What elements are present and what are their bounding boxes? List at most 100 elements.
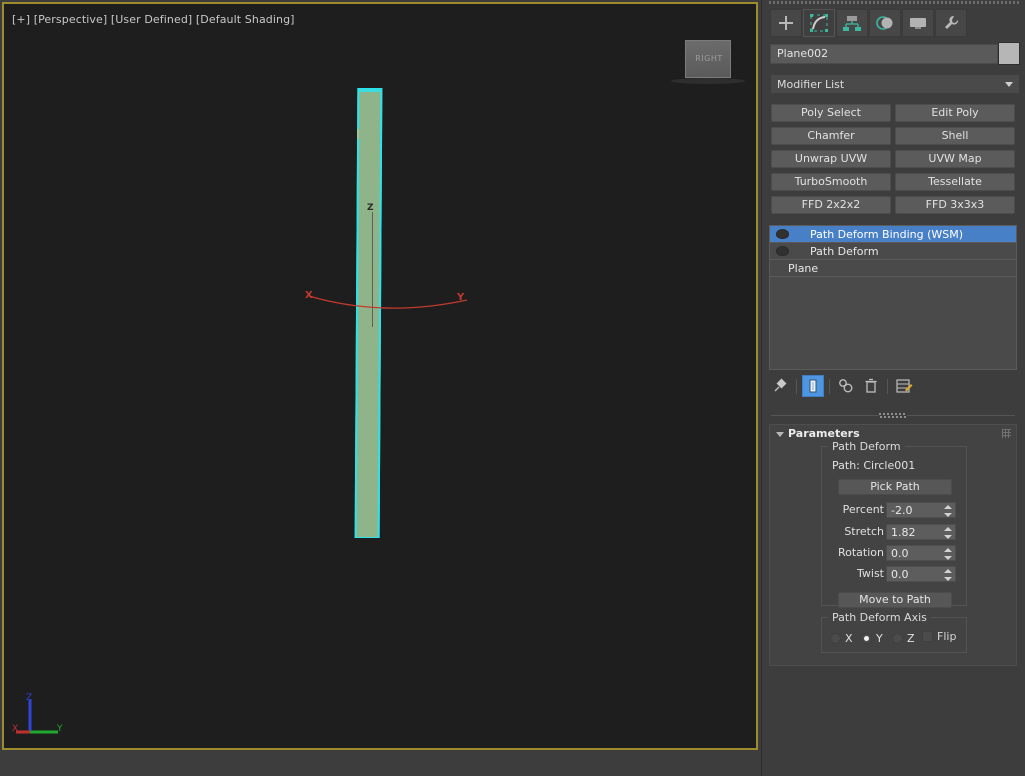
axis-radio-x[interactable]: X (830, 630, 853, 646)
parameter-value: 1.82 (891, 526, 916, 539)
modifier-button[interactable]: Unwrap UVW (771, 150, 891, 168)
modifier-button[interactable]: FFD 3x3x3 (895, 196, 1015, 214)
modify-tab[interactable] (803, 9, 835, 37)
z-axis-label: Z (367, 203, 374, 213)
parameter-row: Twist 0.0 (822, 566, 968, 583)
modifier-button[interactable]: TurboSmooth (771, 173, 891, 191)
modifier-enable-toggle-icon[interactable] (773, 246, 791, 257)
parameters-rollout-title: Parameters (788, 427, 860, 440)
modifier-button[interactable]: Poly Select (771, 104, 891, 122)
modifier-button[interactable]: Chamfer (771, 127, 891, 145)
modifier-stack-item[interactable]: Path Deform (770, 243, 1016, 260)
x-axis-label: X (305, 290, 313, 301)
viewport-area: [+] [Perspective] [User Defined] [Defaul… (0, 0, 760, 776)
parameter-spinner-field[interactable]: 0.0 (886, 545, 956, 561)
path-deform-axis-group-title: Path Deform Axis (828, 611, 931, 624)
view-cube-label: RIGHT (695, 54, 723, 63)
modifier-stack-empty-area[interactable] (770, 277, 1016, 369)
path-deform-group: Path Deform Path: Circle001 Pick Path Pe… (821, 440, 968, 608)
radio-dot-icon[interactable] (892, 632, 903, 644)
panel-drag-handle[interactable] (769, 1, 1019, 4)
object-name-input[interactable]: Plane002 (770, 44, 998, 64)
modifier-button[interactable]: FFD 2x2x2 (771, 196, 891, 214)
plus-icon (776, 13, 796, 33)
display-monitor-icon (908, 13, 928, 33)
perspective-viewport[interactable]: [+] [Perspective] [User Defined] [Defaul… (2, 2, 758, 750)
remove-modifier-icon[interactable] (860, 375, 882, 397)
configure-modifier-sets-icon[interactable] (893, 375, 915, 397)
spinner-arrows-icon[interactable] (944, 548, 952, 560)
modifier-stack-item[interactable]: Plane (770, 260, 1016, 277)
viewport-label[interactable]: [+] [Perspective] [User Defined] [Defaul… (12, 13, 295, 26)
parameter-row: Rotation 0.0 (822, 545, 968, 562)
modifier-enable-toggle-icon[interactable] (773, 229, 791, 240)
svg-text:Y: Y (56, 724, 63, 734)
parameter-label: Rotation (837, 546, 884, 559)
move-to-path-button[interactable]: Move to Path (838, 592, 952, 608)
object-name-row: Plane002 (770, 42, 1020, 65)
flip-label: Flip (937, 630, 957, 643)
axis-radio-label: Z (907, 631, 915, 645)
modifier-stack-item-label: Path Deform (810, 245, 879, 258)
parameter-row: Percent -2.0 (822, 502, 968, 519)
axis-radio-label: X (845, 631, 853, 645)
svg-text:Z: Z (26, 693, 32, 703)
object-color-swatch[interactable] (998, 42, 1020, 65)
pin-stack-icon[interactable] (769, 375, 791, 397)
modifier-button[interactable]: UVW Map (895, 150, 1015, 168)
hierarchy-icon (842, 13, 862, 33)
flip-checkbox[interactable]: Flip (922, 630, 956, 643)
plane-edge-nick (357, 129, 359, 139)
modifier-stack-list[interactable]: Path Deform Binding (WSM) Path Deform Plan… (769, 225, 1017, 370)
radio-dot-icon[interactable] (830, 632, 841, 644)
show-end-result-icon[interactable] (802, 375, 824, 397)
pick-path-button[interactable]: Pick Path (838, 479, 952, 495)
path-name-label: Path: Circle001 (832, 459, 916, 472)
spinner-arrows-icon[interactable] (944, 505, 952, 517)
modifier-button[interactable]: Edit Poly (895, 104, 1015, 122)
chevron-down-icon (1005, 82, 1013, 87)
plane-top-edge-highlight (358, 89, 380, 92)
parameter-spinner-field[interactable]: -2.0 (886, 502, 956, 518)
make-unique-icon[interactable] (835, 375, 857, 397)
parameter-spinner-field[interactable]: 0.0 (886, 566, 956, 582)
path-deform-group-title: Path Deform (828, 440, 905, 453)
parameter-label: Twist (857, 567, 884, 580)
display-tab[interactable] (902, 9, 934, 37)
world-axis-tripod: Z X Y (12, 693, 63, 734)
view-cube[interactable]: RIGHT (669, 36, 749, 91)
parameter-label: Percent (842, 503, 884, 516)
rollout-divider[interactable] (771, 412, 1015, 420)
modifier-button[interactable]: Tessellate (895, 173, 1015, 191)
modifier-list-dropdown[interactable]: Modifier List (770, 74, 1020, 94)
radio-dot-icon[interactable] (861, 632, 872, 644)
axis-radio-row: X Y Z Flip (830, 630, 960, 646)
parameter-spinner-field[interactable]: 1.82 (886, 524, 956, 540)
modifier-stack-item-label: Path Deform Binding (WSM) (810, 228, 964, 241)
modifier-button[interactable]: Shell (895, 127, 1015, 145)
collapse-arrow-icon (776, 432, 784, 437)
toolbar-divider (796, 378, 797, 394)
axis-radio-label: Y (876, 631, 883, 645)
path-curve-circle001[interactable] (299, 284, 479, 314)
command-panel-tab-strip (770, 8, 1020, 38)
motion-tab[interactable] (869, 9, 901, 37)
parameters-rollout: Parameters Path Deform Path: Circle001 P… (769, 424, 1017, 666)
axis-radio-z[interactable]: Z (892, 630, 915, 646)
svg-text:X: X (12, 724, 18, 734)
spinner-arrows-icon[interactable] (944, 527, 952, 539)
parameter-value: 0.0 (891, 547, 909, 560)
create-tab[interactable] (770, 9, 802, 37)
hierarchy-tab[interactable] (836, 9, 868, 37)
axis-radio-y[interactable]: Y (861, 630, 883, 646)
modifier-stack-item[interactable]: Path Deform Binding (WSM) (770, 226, 1016, 243)
spinner-arrows-icon[interactable] (944, 569, 952, 581)
divider-grip[interactable] (879, 412, 907, 419)
toolbar-divider (829, 378, 830, 394)
view-cube-face[interactable]: RIGHT (685, 40, 731, 78)
modifier-stack-item-label: Plane (788, 262, 819, 275)
checkbox-icon[interactable] (922, 631, 933, 642)
parameter-row: Stretch 1.82 (822, 524, 968, 541)
utilities-tab[interactable] (935, 9, 967, 37)
rollout-grip-icon (1002, 429, 1011, 438)
